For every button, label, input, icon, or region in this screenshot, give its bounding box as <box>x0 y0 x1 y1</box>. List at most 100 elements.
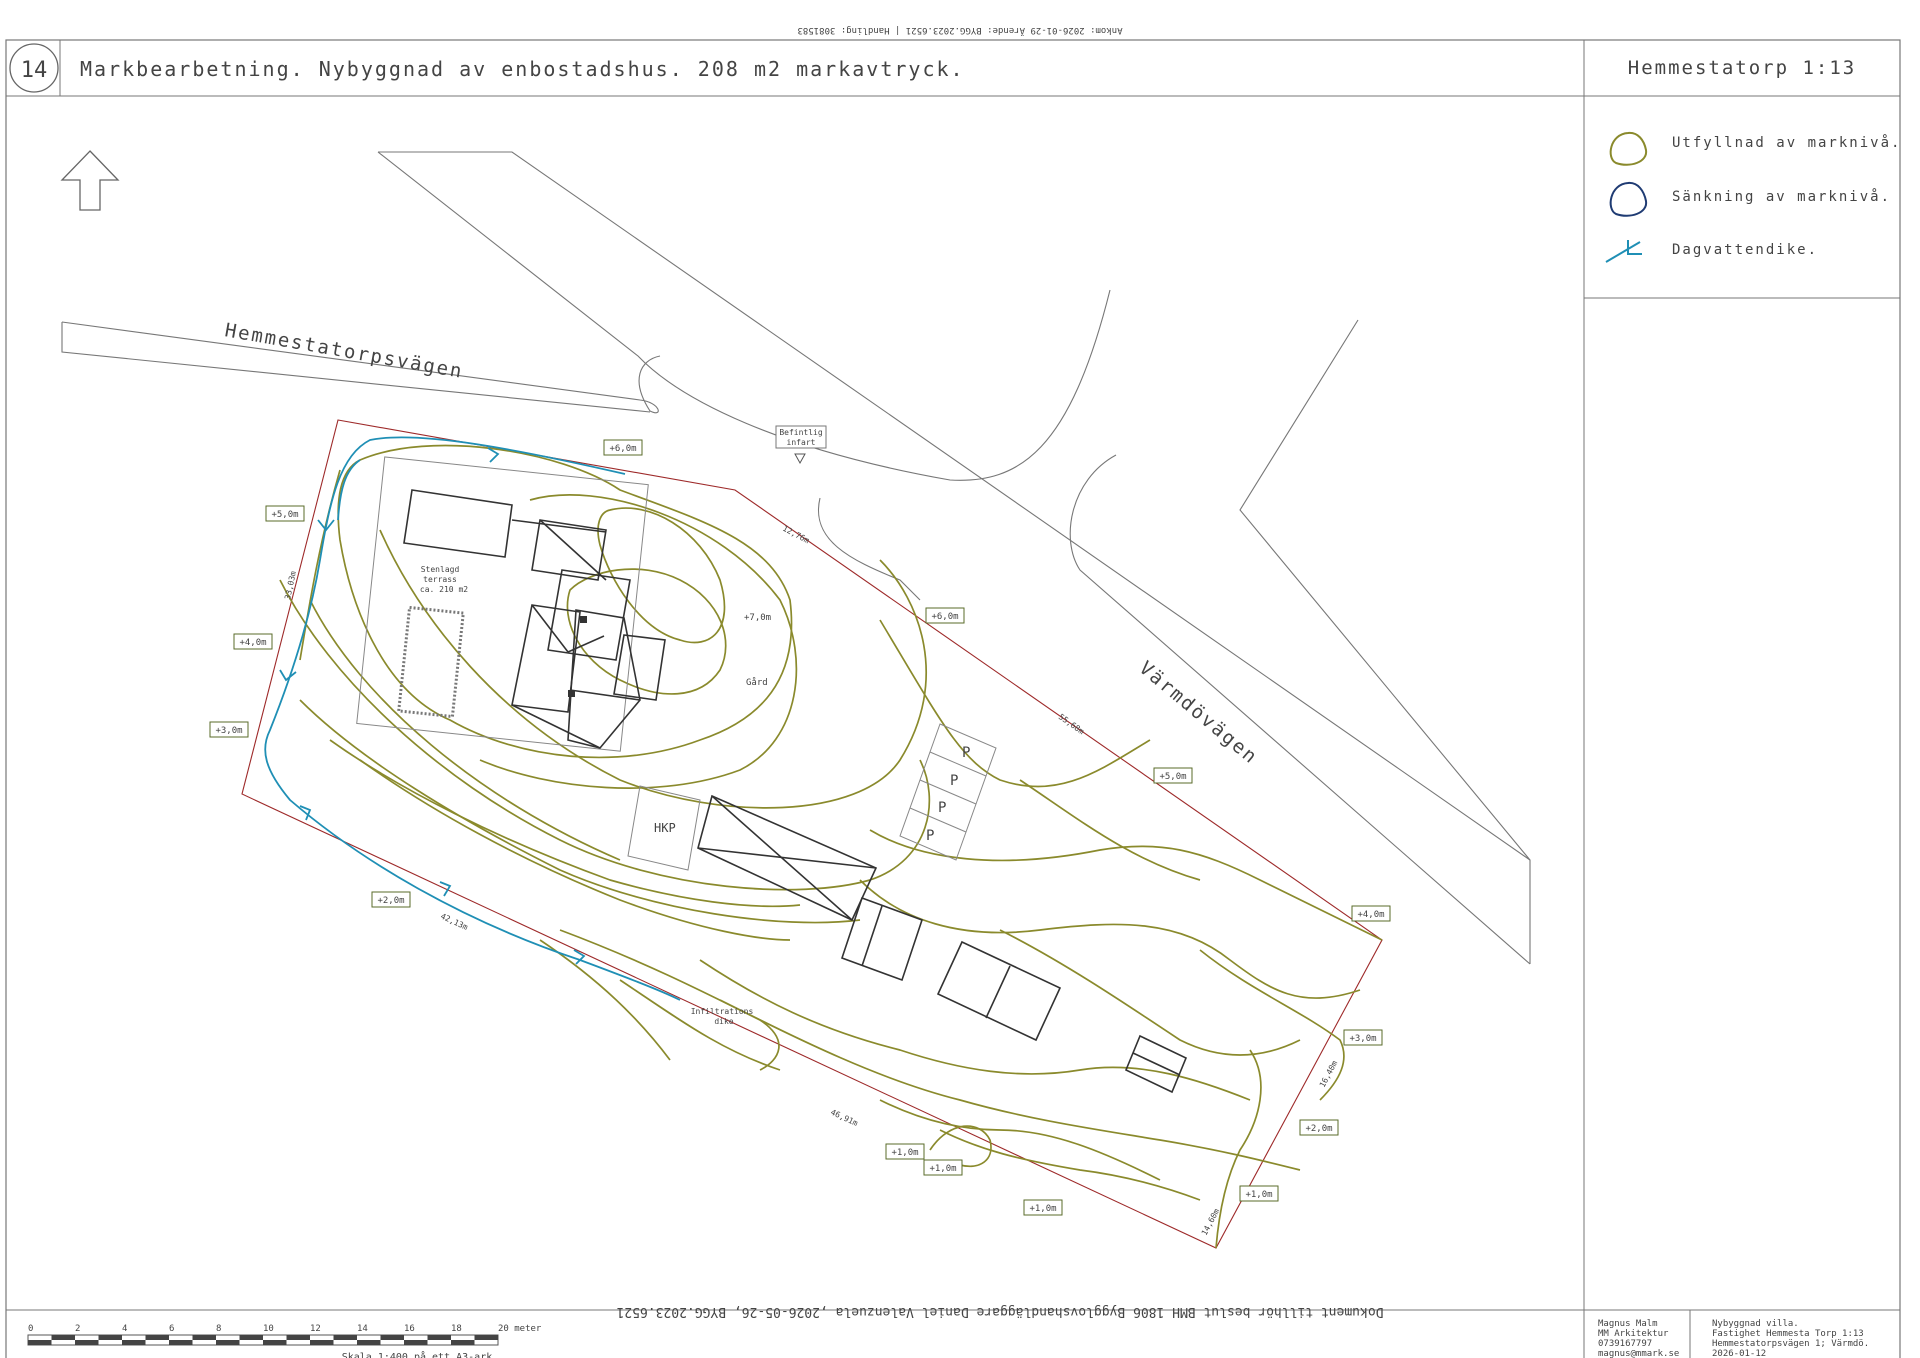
scale-segment <box>75 1340 99 1345</box>
boundary-length-5: 46,91m <box>829 1108 859 1128</box>
scale-segment <box>145 1335 169 1340</box>
driveway-edge <box>817 497 921 601</box>
peak-level-label: +7,0m <box>744 613 771 623</box>
scale-segment <box>216 1340 240 1345</box>
scale-tick-label: 2 <box>75 1324 80 1334</box>
lower-legend-symbol <box>1609 181 1648 217</box>
project-title: Nybyggnad villa. <box>1712 1319 1799 1329</box>
level-tag-11: +1,0m <box>1239 1185 1279 1202</box>
scale-segment <box>404 1340 428 1345</box>
top-stamp: Ankom: 2026-01-29 Ärende: BYGG.2023.6521… <box>797 25 1122 36</box>
hkp-label: HKP <box>654 821 676 835</box>
outbuildings <box>697 794 1188 1094</box>
entrance-label-1: Befintlig <box>779 428 823 437</box>
scale-segment <box>122 1340 146 1345</box>
svg-text:+3,0m: +3,0m <box>1349 1034 1376 1044</box>
scale-segment <box>474 1335 498 1340</box>
scale-tick-label: 8 <box>216 1324 221 1334</box>
level-tag-6: +6,0m <box>925 607 965 624</box>
scale-segment <box>239 1335 263 1340</box>
terrace-label-1: Stenlagd <box>421 565 460 574</box>
boundary-length-1: 12,76m <box>781 524 811 546</box>
scale-segment <box>357 1340 381 1345</box>
boundary-length-6: 42,13m <box>439 912 469 932</box>
svg-text:+1,0m: +1,0m <box>1029 1204 1056 1214</box>
svg-text:+2,0m: +2,0m <box>377 896 404 906</box>
scale-segment <box>427 1335 451 1340</box>
parking-label-4: P <box>926 828 934 844</box>
scale-tick-label: 0 <box>28 1324 33 1334</box>
scale-segment <box>28 1340 52 1345</box>
fill-legend-label: Utfyllnad av marknivå. <box>1672 134 1901 151</box>
footer-decision-note: Dokument tillhör beslut BMH 1806 Bygglov… <box>616 1304 1383 1319</box>
level-tag-9: +3,0m <box>1343 1029 1383 1046</box>
lower-legend-label: Sänkning av marknivå. <box>1672 188 1891 205</box>
header-title: Markbearbetning. Nybyggnad av enbostadsh… <box>80 57 965 81</box>
level-tag-7: +5,0m <box>1153 767 1193 784</box>
north-arrow-icon <box>60 150 120 211</box>
boundary-length-3: 16,40m <box>1318 1059 1340 1089</box>
scale-segment <box>380 1335 404 1340</box>
scale-tick-label: 18 <box>451 1324 462 1334</box>
svg-text:+2,0m: +2,0m <box>1305 1124 1332 1134</box>
scale-segment <box>451 1340 475 1345</box>
level-tag-12: +1,0m <box>885 1143 925 1160</box>
svg-text:+6,0m: +6,0m <box>931 612 958 622</box>
entrance-label-2: infart <box>787 438 816 447</box>
parking-label-1: P <box>962 745 970 761</box>
terrace-label-3: ca. 210 m2 <box>420 585 468 594</box>
road-hemmestatorp-lower <box>61 322 651 413</box>
header-property: Hemmestatorp 1:13 <box>1628 57 1856 79</box>
svg-text:+1,0m: +1,0m <box>929 1164 956 1174</box>
level-tag-8: +4,0m <box>1351 905 1391 922</box>
author-phone: 0739167797 <box>1598 1339 1652 1349</box>
scale-tick-label: 14 <box>357 1324 368 1334</box>
svg-text:+3,0m: +3,0m <box>215 726 242 736</box>
road-side-north <box>1239 319 1531 861</box>
scale-segment <box>51 1335 75 1340</box>
parking-label-2: P <box>950 773 958 789</box>
stormwater-ditch <box>264 436 681 1001</box>
level-tag-13: +1,0m <box>923 1159 963 1176</box>
pool-outline <box>397 605 465 719</box>
level-tag-2: +5,0m <box>265 505 305 522</box>
svg-text:+5,0m: +5,0m <box>1159 772 1186 782</box>
svg-text:+1,0m: +1,0m <box>891 1148 918 1158</box>
scale-tick-label: 12 <box>310 1324 321 1334</box>
svg-text:+5,0m: +5,0m <box>271 510 298 520</box>
level-tag-3: +4,0m <box>233 633 273 650</box>
author-firm: MM Arkitektur <box>1598 1329 1669 1339</box>
scale-segment <box>263 1340 287 1345</box>
scale-caption: Skala 1:400 på ett A3-ark. <box>342 1350 499 1358</box>
scale-tick-label: 16 <box>404 1324 415 1334</box>
level-tag-14: +1,0m <box>1023 1199 1063 1216</box>
fill-legend-symbol <box>1609 131 1648 166</box>
scale-segment <box>310 1340 334 1345</box>
project-property: Fastighet Hemmesta Torp 1:13 <box>1712 1329 1864 1339</box>
level-tag-1: +6,0m <box>603 439 643 456</box>
ditch-legend-symbol <box>1605 241 1641 263</box>
level-tag-4: +3,0m <box>209 721 249 738</box>
site-plan-drawing: Ankom: 2026-01-29 Ärende: BYGG.2023.6521… <box>5 25 1901 1358</box>
project-address: Hemmestatorpsvägen 1; Värmdö. <box>1712 1339 1869 1349</box>
infiltration-label-2: dike <box>714 1017 733 1026</box>
scale-tick-label: 6 <box>169 1324 174 1334</box>
chimney-2 <box>568 690 575 697</box>
level-tag-10: +2,0m <box>1299 1119 1339 1136</box>
house-footprint <box>403 489 666 749</box>
scale-segment <box>192 1335 216 1340</box>
road-varmdo-upper <box>378 151 1531 964</box>
road-side-south <box>1069 454 1531 965</box>
parking-label-3: P <box>938 800 946 816</box>
scale-segment <box>286 1335 310 1340</box>
author-name: Magnus Malm <box>1598 1319 1658 1329</box>
svg-text:+6,0m: +6,0m <box>609 444 636 454</box>
scale-segment <box>98 1335 122 1340</box>
scale-tick-label: 10 <box>263 1324 274 1334</box>
svg-text:+1,0m: +1,0m <box>1245 1190 1272 1200</box>
scale-segment <box>169 1340 193 1345</box>
project-date: 2026-01-12 <box>1712 1349 1766 1358</box>
boundary-length-2: 55,68m <box>1057 712 1086 736</box>
scale-bar: 0 2 4 6 8 10 12 14 16 18 20 meter Skala 1:400 på e… <box>27 1324 542 1358</box>
infiltration-label-1: Infiltrations <box>691 1007 754 1016</box>
